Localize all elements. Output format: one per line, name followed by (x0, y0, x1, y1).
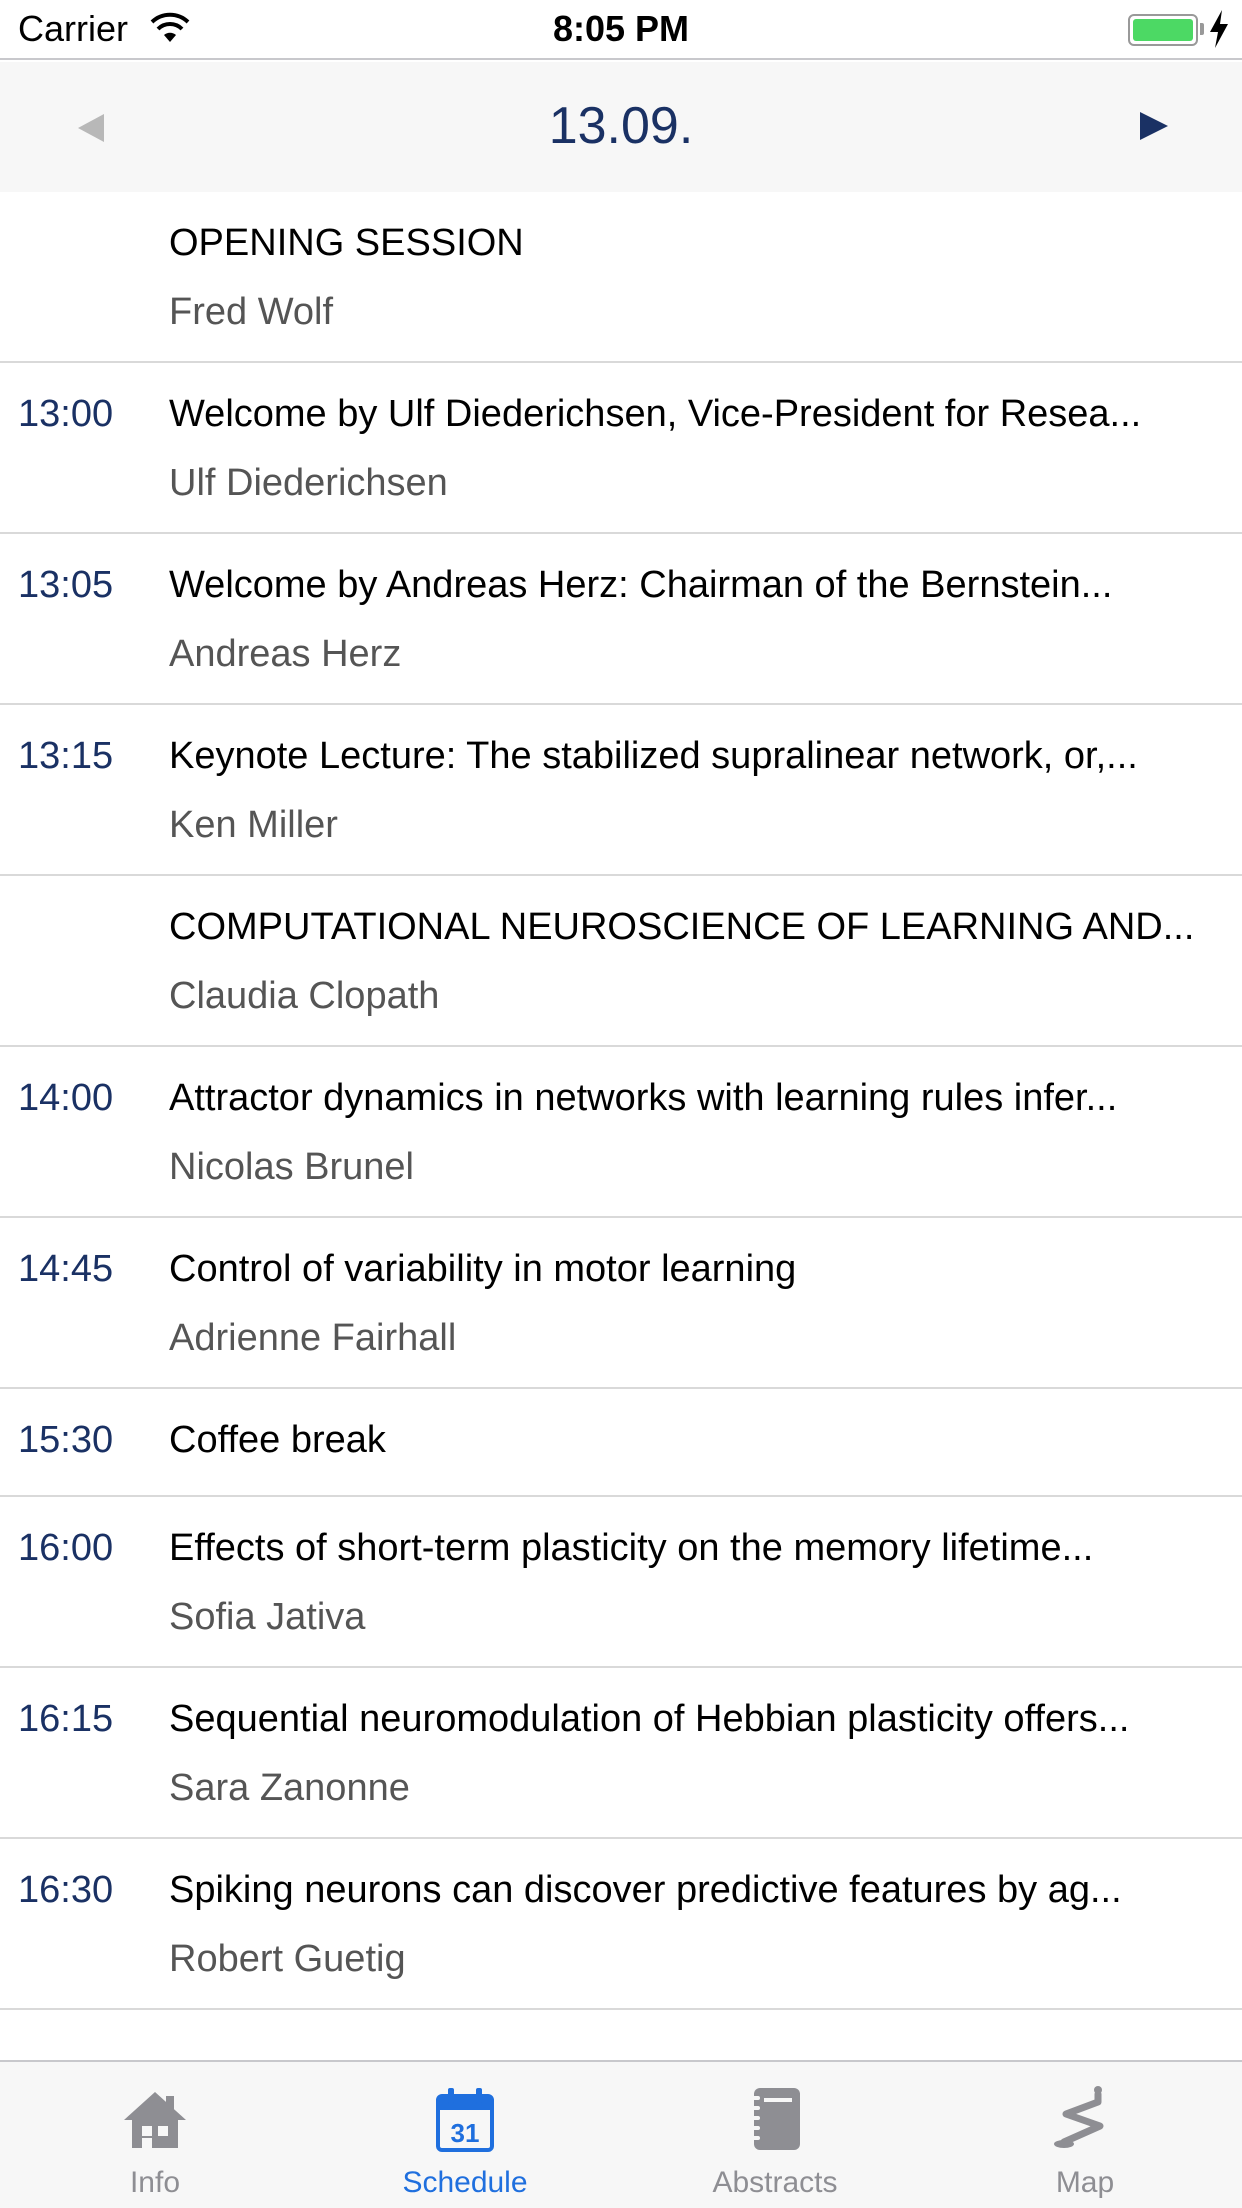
tab-schedule[interactable]: 31 Schedule (310, 2062, 620, 2208)
notebook-icon (750, 2088, 800, 2150)
list-item[interactable]: 13:15 Keynote Lecture: The stabilized su… (0, 705, 1242, 876)
battery-cap (1200, 23, 1204, 35)
current-date: 13.09. (548, 97, 694, 155)
tab-abstracts-label: Abstracts (712, 2166, 838, 2199)
list-item[interactable]: OPENING SESSION Fred Wolf (0, 192, 1242, 363)
tab-schedule-label: Schedule (402, 2166, 528, 2199)
session-title: Welcome by Andreas Herz: Chairman of the… (169, 564, 1113, 606)
next-day-button[interactable] (1132, 106, 1176, 146)
battery-icon (1128, 14, 1198, 46)
list-item[interactable]: 15:30 Coffee break (0, 1389, 1242, 1497)
path-map-icon (1054, 2086, 1104, 2148)
session-speaker: Ulf Diederichsen (169, 462, 448, 504)
session-time: 13:05 (18, 564, 114, 606)
tab-map[interactable]: Map (930, 2062, 1240, 2208)
session-title: Spiking neurons can discover predictive … (169, 1869, 1122, 1911)
schedule-list: OPENING SESSION Fred Wolf 13:00 Welcome … (0, 192, 1242, 2010)
session-time: 15:30 (18, 1419, 114, 1461)
session-title: Sequential neuromodulation of Hebbian pl… (169, 1698, 1130, 1740)
list-item[interactable]: 13:05 Welcome by Andreas Herz: Chairman … (0, 534, 1242, 705)
house-icon (124, 2092, 186, 2148)
session-title: Attractor dynamics in networks with lear… (169, 1077, 1118, 1119)
session-speaker: Adrienne Fairhall (169, 1317, 457, 1359)
calendar-icon: 31 (436, 2088, 494, 2152)
list-item[interactable]: COMPUTATIONAL NEUROSCIENCE OF LEARNING A… (0, 876, 1242, 1047)
session-speaker: Fred Wolf (169, 291, 334, 333)
tab-bar: Info 31 Schedule Abstracts Map (0, 2060, 1242, 2208)
session-speaker: Ken Miller (169, 804, 338, 846)
list-item[interactable]: 14:00 Attractor dynamics in networks wit… (0, 1047, 1242, 1218)
session-title: Keynote Lecture: The stabilized supralin… (169, 735, 1138, 777)
list-item[interactable]: 16:00 Effects of short-term plasticity o… (0, 1497, 1242, 1668)
session-speaker: Sara Zanonne (169, 1767, 410, 1809)
tab-map-label: Map (1055, 2166, 1115, 2199)
tab-info[interactable]: Info (0, 2062, 310, 2208)
status-time: 8:05 PM (552, 8, 690, 49)
status-bar: Carrier 8:05 PM (0, 0, 1242, 60)
session-time: 16:30 (18, 1869, 114, 1911)
session-speaker: Nicolas Brunel (169, 1146, 414, 1188)
session-time: 14:00 (18, 1077, 114, 1119)
list-item[interactable]: 16:30 Spiking neurons can discover predi… (0, 1839, 1242, 2010)
session-time: 13:15 (18, 735, 114, 777)
session-speaker: Sofia Jativa (169, 1596, 366, 1638)
list-item[interactable]: 13:00 Welcome by Ulf Diederichsen, Vice-… (0, 363, 1242, 534)
tab-info-label: Info (129, 2166, 181, 2199)
tab-abstracts[interactable]: Abstracts (620, 2062, 930, 2208)
date-navigation: 13.09. (0, 62, 1242, 192)
session-time: 13:00 (18, 393, 114, 435)
list-item[interactable]: 14:45 Control of variability in motor le… (0, 1218, 1242, 1389)
calendar-day-number: 31 (451, 2118, 480, 2148)
charging-bolt-icon (1210, 10, 1228, 48)
session-title: Coffee break (169, 1419, 386, 1461)
session-title: OPENING SESSION (169, 222, 524, 264)
session-title: COMPUTATIONAL NEUROSCIENCE OF LEARNING A… (169, 906, 1195, 948)
session-time: 16:00 (18, 1527, 114, 1569)
session-speaker: Robert Guetig (169, 1938, 406, 1980)
session-time: 14:45 (18, 1248, 114, 1290)
session-time: 16:15 (18, 1698, 114, 1740)
session-speaker: Claudia Clopath (169, 975, 440, 1017)
session-title: Welcome by Ulf Diederichsen, Vice-Presid… (169, 393, 1142, 435)
session-speaker: Andreas Herz (169, 633, 402, 675)
session-title: Control of variability in motor learning (169, 1248, 797, 1290)
session-title: Effects of short-term plasticity on the … (169, 1527, 1094, 1569)
list-item[interactable]: 16:15 Sequential neuromodulation of Hebb… (0, 1668, 1242, 1839)
